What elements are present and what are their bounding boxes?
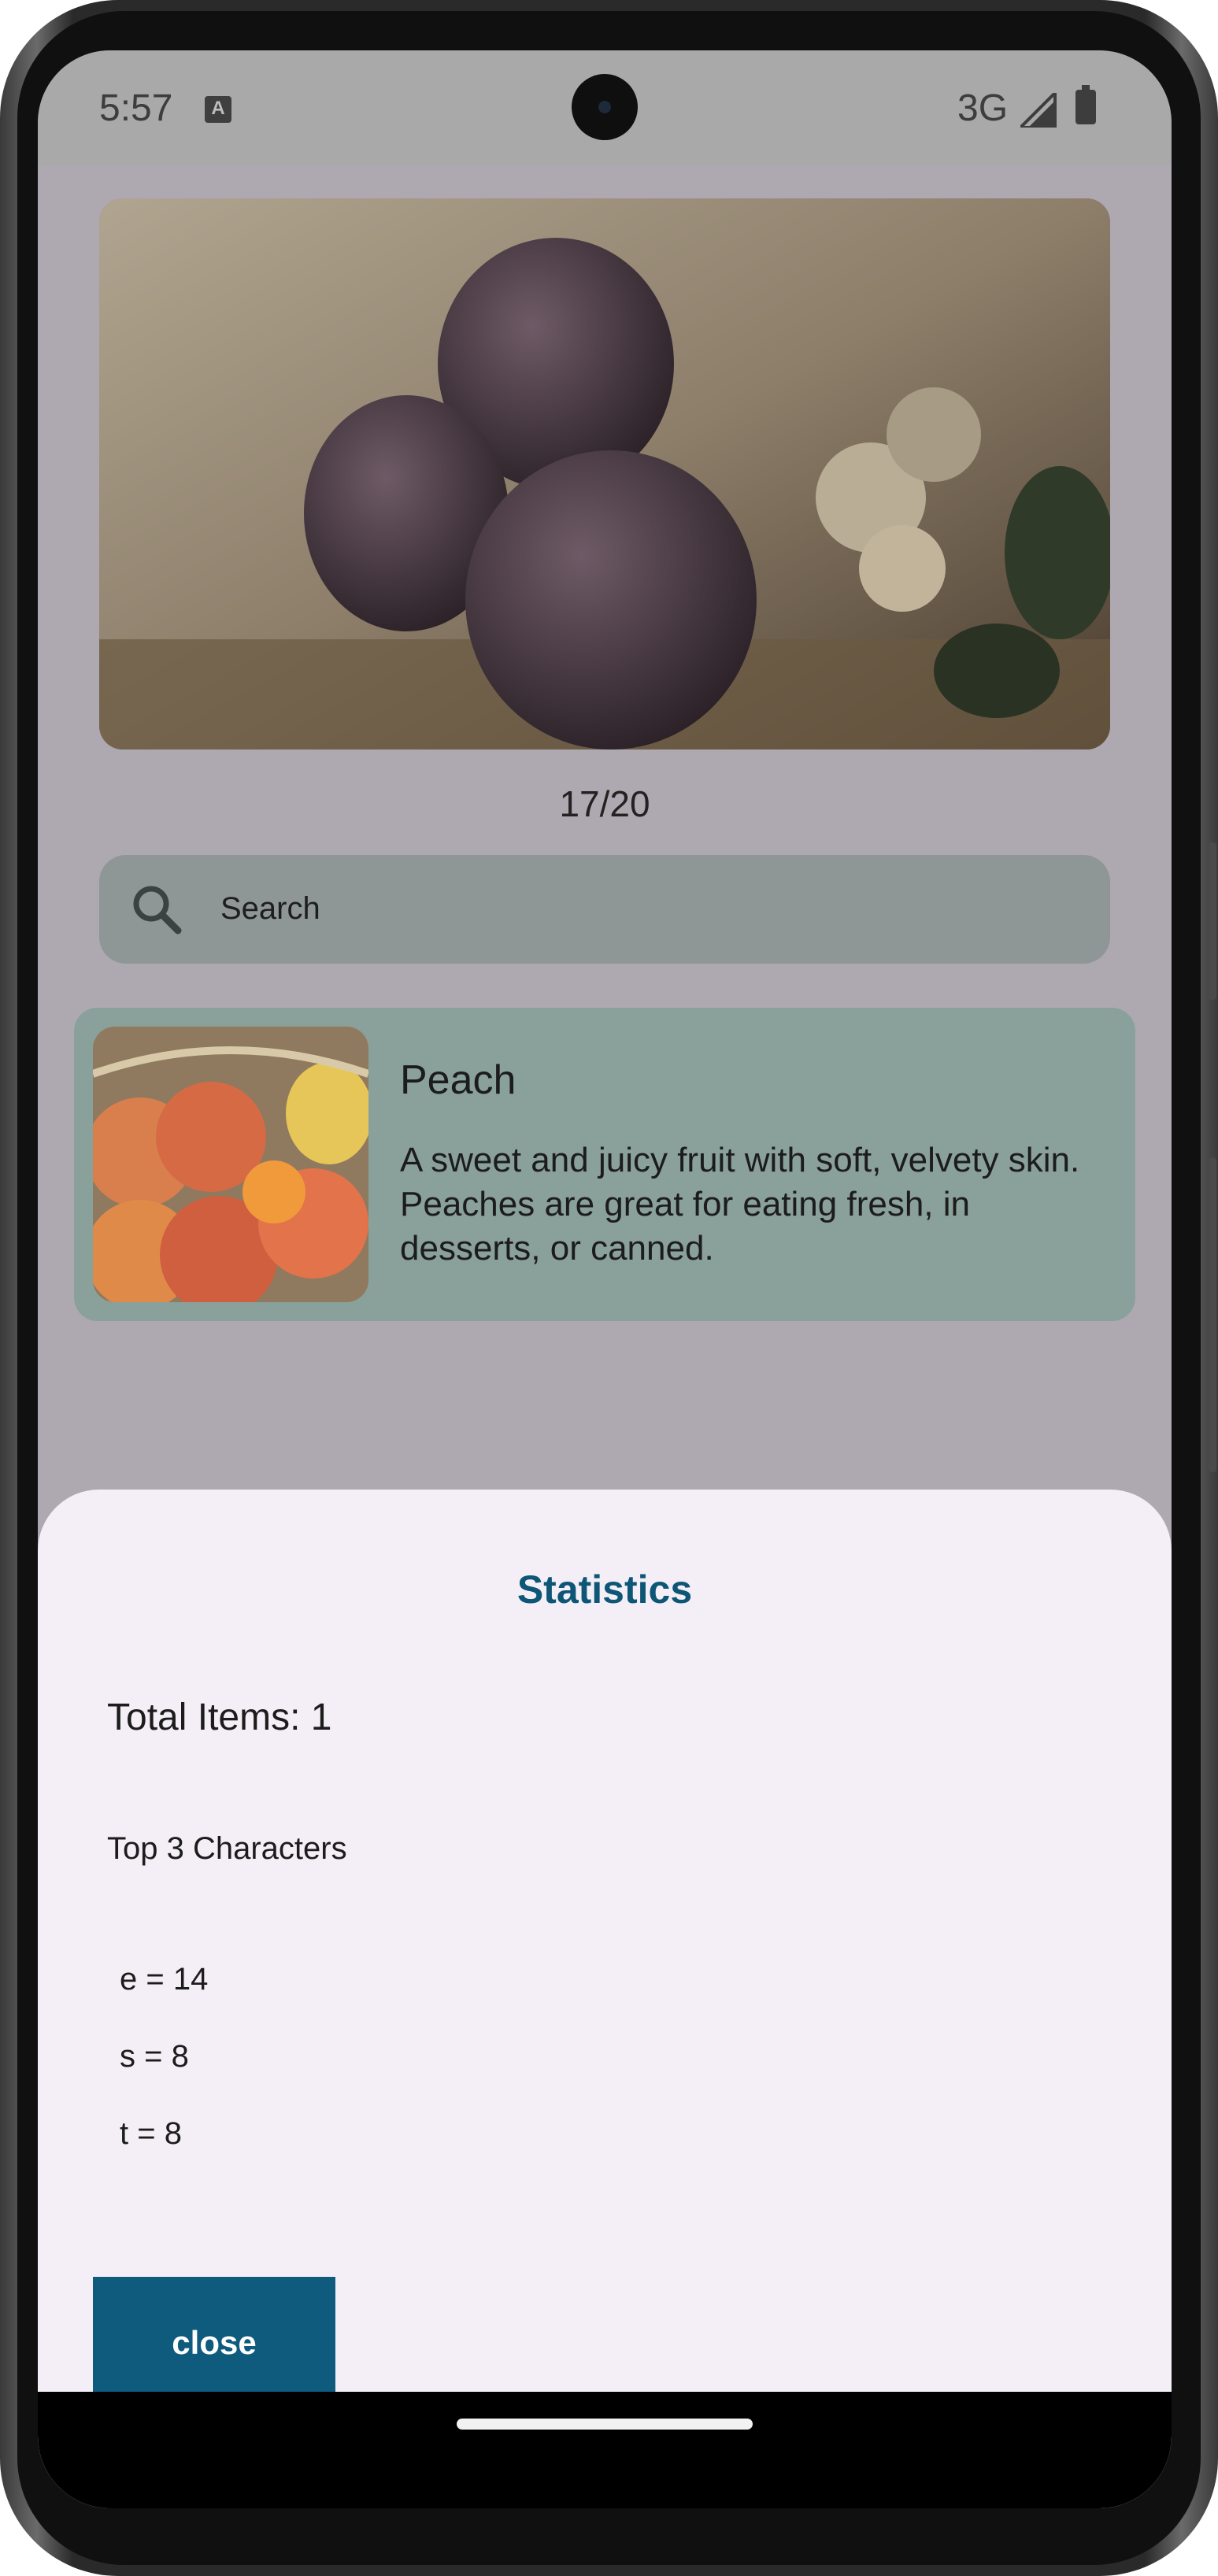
- card-description: A sweet and juicy fruit with soft, velve…: [400, 1141, 1080, 1268]
- image-counter: 17/20: [559, 783, 650, 824]
- phone-frame: 5:57 A 3G 17/20 Search Peach A sweet and…: [0, 0, 1218, 2576]
- statistics-sheet: Statistics Total Items: 1 Top 3 Characte…: [38, 1490, 1172, 2508]
- volume-button: [1209, 842, 1216, 1000]
- character-stat: e = 14: [120, 1962, 209, 1997]
- home-gesture-handle[interactable]: [457, 2419, 753, 2430]
- figs-photo: [99, 198, 1110, 749]
- battery-icon: [1075, 85, 1096, 124]
- peach-thumbnail: [93, 1027, 368, 1302]
- network-type: 3G: [957, 87, 1009, 129]
- screen: 5:57 A 3G 17/20 Search Peach A sweet and…: [38, 50, 1172, 2508]
- front-camera: [572, 74, 638, 140]
- sheet-title: Statistics: [516, 1567, 693, 1612]
- power-button: [1209, 1157, 1216, 1472]
- character-stat: s = 8: [120, 2039, 189, 2074]
- search-input[interactable]: Search: [220, 891, 320, 927]
- search-icon: [133, 886, 182, 935]
- close-button[interactable]: close: [93, 2277, 335, 2409]
- notification-a-icon: A: [205, 96, 231, 123]
- character-stat: t = 8: [120, 2116, 182, 2151]
- top-characters-label: Top 3 Characters: [107, 1831, 347, 1866]
- navigation-bar: [38, 2392, 1172, 2508]
- total-items: Total Items: 1: [107, 1697, 332, 1738]
- signal-icon: [1020, 93, 1057, 128]
- search-bar[interactable]: Search: [99, 855, 1110, 964]
- hero-image: [99, 198, 1110, 749]
- card-title: Peach: [400, 1057, 516, 1103]
- status-bar: 5:57 A 3G: [38, 50, 1172, 165]
- peach-photo: [93, 1027, 368, 1302]
- result-card[interactable]: Peach A sweet and juicy fruit with soft,…: [74, 1008, 1135, 1321]
- status-time: 5:57: [99, 87, 173, 129]
